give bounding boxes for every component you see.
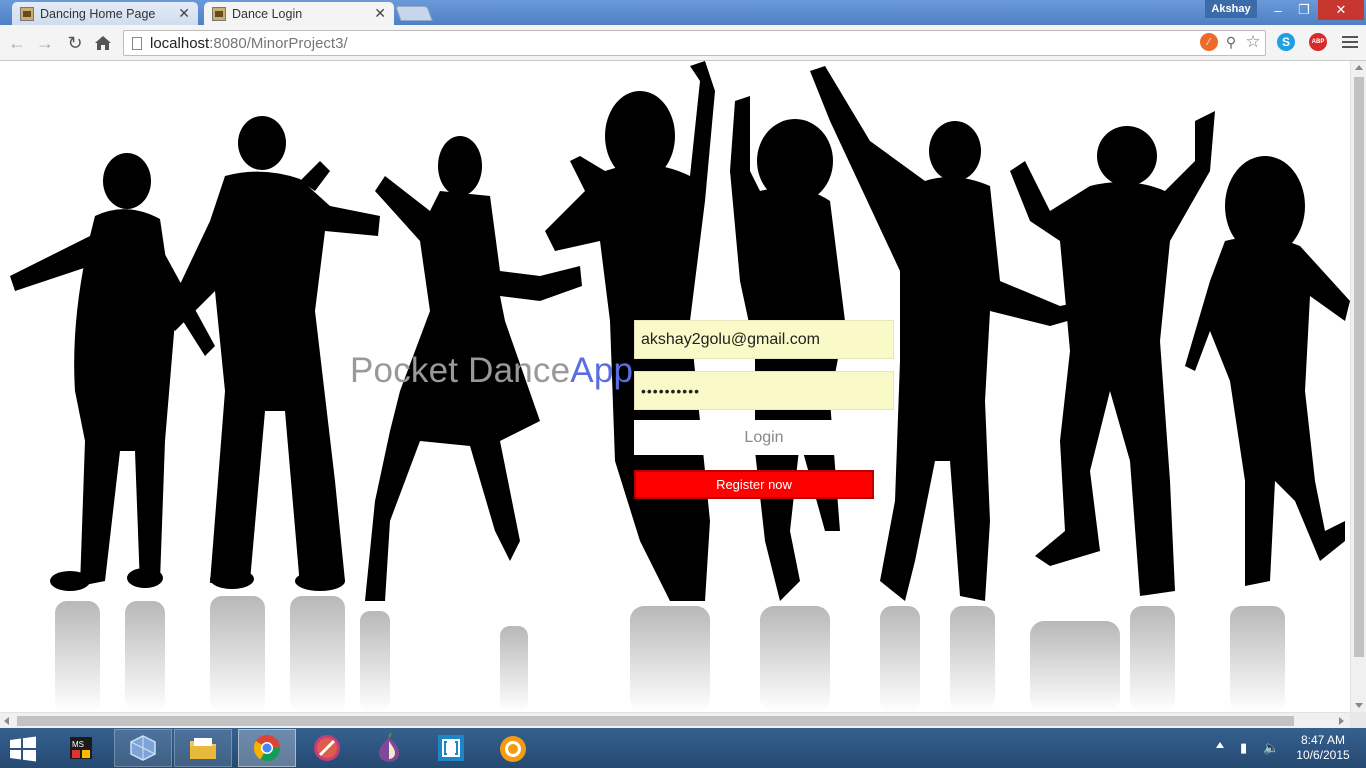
browser-toolbar: ← → ↻ localhost:8080/MinorProject3/ ⁄ ⚲ … <box>0 25 1366 61</box>
login-button[interactable]: Login <box>634 420 894 455</box>
tray-expand-icon[interactable] <box>1216 742 1224 748</box>
vlc-icon[interactable] <box>484 729 542 767</box>
forward-arrow-icon[interactable]: → <box>34 32 56 54</box>
close-tab-icon[interactable]: ✕ <box>178 5 190 22</box>
new-tab-button[interactable] <box>395 6 433 21</box>
cloudflare-icon[interactable]: ⁄ <box>1200 33 1218 51</box>
browser-titlebar: Dancing Home Page ✕ Dance Login ✕ Akshay… <box>0 0 1366 26</box>
vertical-scrollbar[interactable] <box>1350 61 1366 712</box>
minimize-button[interactable]: – <box>1265 0 1291 20</box>
back-arrow-icon[interactable]: ← <box>6 32 28 54</box>
tab-label: Dance Login <box>232 7 303 21</box>
adblock-pin-icon[interactable]: ⚲ <box>1222 33 1240 51</box>
horizontal-scrollbar[interactable] <box>0 712 1350 728</box>
login-form: Login Register now <box>634 320 894 499</box>
ms-project-icon[interactable]: MS <box>52 729 110 767</box>
maximize-button[interactable]: ❐ <box>1291 0 1317 20</box>
clock-time: 8:47 AM <box>1300 733 1346 747</box>
scroll-up-arrow-icon[interactable] <box>1355 65 1363 70</box>
chrome-menu-icon[interactable] <box>1342 33 1358 51</box>
address-bar[interactable]: localhost:8080/MinorProject3/ <box>123 30 1266 56</box>
clock-date: 10/6/2015 <box>1296 748 1350 762</box>
reload-icon[interactable]: ↻ <box>64 32 86 54</box>
tab-dancing-home-page[interactable]: Dancing Home Page ✕ <box>12 2 198 26</box>
volume-icon[interactable]: 🔈 <box>1263 740 1279 756</box>
page-favicon-icon <box>212 7 226 21</box>
brackets-icon[interactable] <box>422 729 480 767</box>
file-explorer-icon[interactable] <box>174 729 232 767</box>
page-favicon-icon <box>20 7 34 21</box>
tab-label: Dancing Home Page <box>40 7 156 21</box>
url-text: localhost:8080/MinorProject3/ <box>150 35 348 52</box>
network-icon[interactable]: ▮ <box>1240 740 1247 756</box>
scroll-right-arrow-icon[interactable] <box>1339 717 1344 725</box>
scroll-down-arrow-icon[interactable] <box>1355 703 1363 708</box>
vertical-scroll-thumb[interactable] <box>1354 77 1364 657</box>
horizontal-scroll-thumb[interactable] <box>17 716 1294 726</box>
page-icon <box>132 37 142 50</box>
adblock-plus-icon[interactable]: ABP <box>1309 33 1327 51</box>
register-button[interactable]: Register now <box>634 470 874 499</box>
svg-text:MS: MS <box>72 740 84 749</box>
page-viewport: Pocket DanceApp Login Register now <box>0 61 1350 712</box>
close-window-button[interactable]: ✕ <box>1318 0 1364 20</box>
brand-title: Pocket DanceApp <box>350 351 634 390</box>
windows-start-icon[interactable] <box>8 736 40 762</box>
password-field[interactable] <box>634 371 894 410</box>
tor-browser-icon[interactable] <box>360 729 418 767</box>
email-field[interactable] <box>634 320 894 359</box>
skype-icon[interactable]: S <box>1277 33 1295 51</box>
bookmark-star-icon[interactable]: ☆ <box>1244 32 1262 51</box>
close-tab-icon[interactable]: ✕ <box>374 5 386 22</box>
opera-icon[interactable] <box>298 729 356 767</box>
scrollbar-corner <box>1350 712 1366 728</box>
system-clock[interactable]: 8:47 AM 10/6/2015 <box>1290 733 1356 763</box>
virtualbox-icon[interactable] <box>114 729 172 767</box>
tab-dance-login[interactable]: Dance Login ✕ <box>204 2 394 26</box>
chrome-icon[interactable] <box>238 729 296 767</box>
scroll-left-arrow-icon[interactable] <box>4 717 9 725</box>
profile-button[interactable]: Akshay <box>1205 0 1257 18</box>
home-icon[interactable] <box>92 32 114 54</box>
windows-taskbar: MS ▮ 🔈 8:47 AM 10/6/2015 <box>0 728 1366 768</box>
